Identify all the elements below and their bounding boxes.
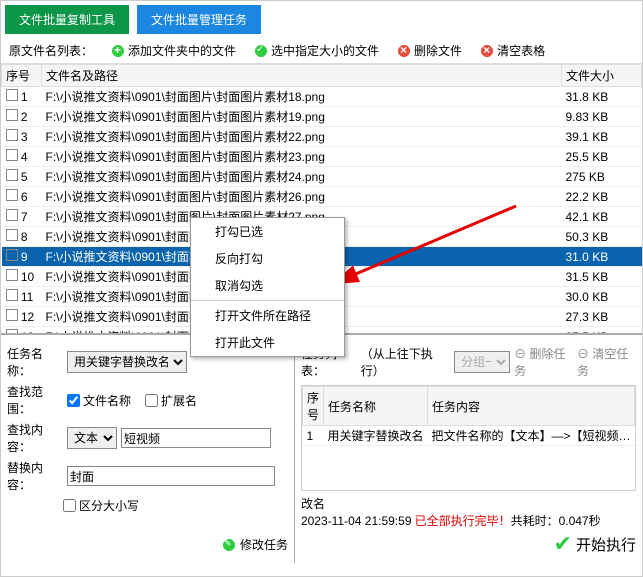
table-row[interactable]: 4F:\小说推文资料\0901\封面图片\封面图片素材23.png25.5 KB (2, 147, 642, 167)
ctx-invert-check[interactable]: 反向打勾 (191, 245, 344, 272)
delete-task-button[interactable]: ⊖ 删除任务 (514, 345, 573, 379)
row-checkbox[interactable] (6, 89, 18, 101)
row-checkbox[interactable] (6, 109, 18, 121)
row-checkbox[interactable] (6, 149, 18, 161)
size-cell: 22.2 KB (562, 187, 642, 207)
replace-input[interactable] (67, 466, 275, 486)
task-content-cell: 把文件名称的【文本】—>【短视频… (427, 426, 634, 446)
execute-button[interactable]: 开始执行 (576, 534, 636, 555)
row-checkbox[interactable] (6, 309, 18, 321)
scope-label: 查找范围： (7, 383, 63, 417)
ext-cb-label: 扩展名 (161, 392, 197, 409)
task-form-panel: 任务名称： 用关键字替换改名 查找范围： 文件名称 扩展名 查找内容： 文本 替… (1, 335, 295, 563)
table-row[interactable]: 2F:\小说推文资料\0901\封面图片\封面图片素材19.png9.83 KB (2, 107, 642, 127)
size-cell: 25.5 KB (562, 147, 642, 167)
clear-icon (480, 44, 494, 58)
find-label: 查找内容： (7, 421, 63, 455)
tcol-content: 任务内容 (427, 387, 634, 426)
delete-files-label: 删除文件 (414, 42, 462, 59)
filename-checkbox[interactable] (67, 394, 80, 407)
find-type-select[interactable]: 文本 (67, 427, 117, 449)
table-row[interactable]: 3F:\小说推文资料\0901\封面图片\封面图片素材22.png39.1 KB (2, 127, 642, 147)
modify-task-label: 修改任务 (240, 536, 288, 553)
clear-task-button[interactable]: ⊖ 清空任务 (577, 345, 636, 379)
path-cell: F:\小说推文资料\0901\封面图片\封面图片素材22.png (42, 127, 562, 147)
select-size-button[interactable]: 选中指定大小的文件 (254, 42, 379, 59)
task-list-panel: 任务列表： （从上往下执行） 分组一 ⊖ 删除任务 ⊖ 清空任务 序号 任务名称… (295, 335, 642, 563)
edit-icon (222, 538, 236, 552)
delete-icon (397, 44, 411, 58)
modify-task-button[interactable]: 修改任务 (222, 536, 288, 553)
task-seq: 1 (302, 426, 323, 446)
row-checkbox[interactable] (6, 269, 18, 281)
ctx-uncheck[interactable]: 取消勾选 (191, 272, 344, 299)
size-cell: 275 KB (562, 167, 642, 187)
row-checkbox[interactable] (6, 169, 18, 181)
task-row[interactable]: 1 用关键字替换改名 把文件名称的【文本】—>【短视频… (302, 426, 634, 446)
size-cell: 9.83 KB (562, 107, 642, 127)
size-cell: 31.0 KB (562, 247, 642, 267)
tcol-seq: 序号 (302, 387, 323, 426)
path-cell: F:\小说推文资料\0901\封面图片\封面图片素材24.png (42, 167, 562, 187)
path-cell: F:\小说推文资料\0901\封面图片\封面图片素材23.png (42, 147, 562, 167)
task-name-select[interactable]: 用关键字替换改名 (67, 351, 187, 373)
task-name-cell: 用关键字替换改名 (323, 426, 427, 446)
task-order-label: （从上往下执行） (361, 345, 450, 379)
col-size[interactable]: 文件大小 (562, 65, 642, 87)
col-seq[interactable]: 序号 (2, 65, 42, 87)
tcol-name: 任务名称 (323, 387, 427, 426)
table-row[interactable]: 6F:\小说推文资料\0901\封面图片\封面图片素材26.png22.2 KB (2, 187, 642, 207)
clear-table-button[interactable]: 清空表格 (480, 42, 545, 59)
row-checkbox[interactable] (6, 189, 18, 201)
find-input[interactable] (121, 428, 271, 448)
ext-checkbox[interactable] (145, 394, 158, 407)
size-cell: 27.3 KB (562, 307, 642, 327)
add-files-label: 添加文件夹中的文件 (128, 42, 236, 59)
ctx-check-selected[interactable]: 打勾已选 (191, 218, 344, 245)
ctx-open-file[interactable]: 打开此文件 (191, 329, 344, 356)
case-checkbox[interactable] (63, 499, 76, 512)
size-cell: 37.5 KB (562, 327, 642, 335)
size-cell: 30.0 KB (562, 287, 642, 307)
size-cell: 31.5 KB (562, 267, 642, 287)
table-row[interactable]: 1F:\小说推文资料\0901\封面图片\封面图片素材18.png31.8 KB (2, 87, 642, 107)
delete-files-button[interactable]: 删除文件 (397, 42, 462, 59)
table-row[interactable]: 5F:\小说推文资料\0901\封面图片\封面图片素材24.png275 KB (2, 167, 642, 187)
select-size-label: 选中指定大小的文件 (271, 42, 379, 59)
check-icon (254, 44, 268, 58)
row-checkbox[interactable] (6, 229, 18, 241)
filename-cb-label: 文件名称 (83, 392, 131, 409)
clear-table-label: 清空表格 (497, 42, 545, 59)
path-cell: F:\小说推文资料\0901\封面图片\封面图片素材18.png (42, 87, 562, 107)
size-cell: 31.8 KB (562, 87, 642, 107)
context-menu: 打勾已选 反向打勾 取消勾选 打开文件所在路径 打开此文件 (190, 217, 345, 357)
execute-icon: ✔ (554, 531, 572, 557)
replace-label: 替换内容： (7, 459, 63, 493)
size-cell: 39.1 KB (562, 127, 642, 147)
row-checkbox[interactable] (6, 289, 18, 301)
group-select[interactable]: 分组一 (454, 351, 510, 373)
source-list-label: 原文件名列表： (9, 42, 93, 59)
path-cell: F:\小说推文资料\0901\封面图片\封面图片素材19.png (42, 107, 562, 127)
file-manage-task-button[interactable]: 文件批量管理任务 (137, 5, 261, 34)
case-cb-label: 区分大小写 (79, 497, 139, 514)
size-cell: 50.3 KB (562, 227, 642, 247)
row-checkbox[interactable] (6, 249, 18, 261)
path-cell: F:\小说推文资料\0901\封面图片\封面图片素材26.png (42, 187, 562, 207)
add-files-button[interactable]: 添加文件夹中的文件 (111, 42, 236, 59)
add-icon (111, 44, 125, 58)
task-name-label: 任务名称： (7, 345, 63, 379)
file-copy-tool-button[interactable]: 文件批量复制工具 (5, 5, 129, 34)
size-cell: 42.1 KB (562, 207, 642, 227)
col-path[interactable]: 文件名及路径 (42, 65, 562, 87)
status-area: 改名 2023-11-04 21:59:59 已全部执行完毕！共耗时：0.047… (301, 495, 636, 529)
ctx-open-dir[interactable]: 打开文件所在路径 (191, 302, 344, 329)
row-checkbox[interactable] (6, 209, 18, 221)
row-checkbox[interactable] (6, 129, 18, 141)
